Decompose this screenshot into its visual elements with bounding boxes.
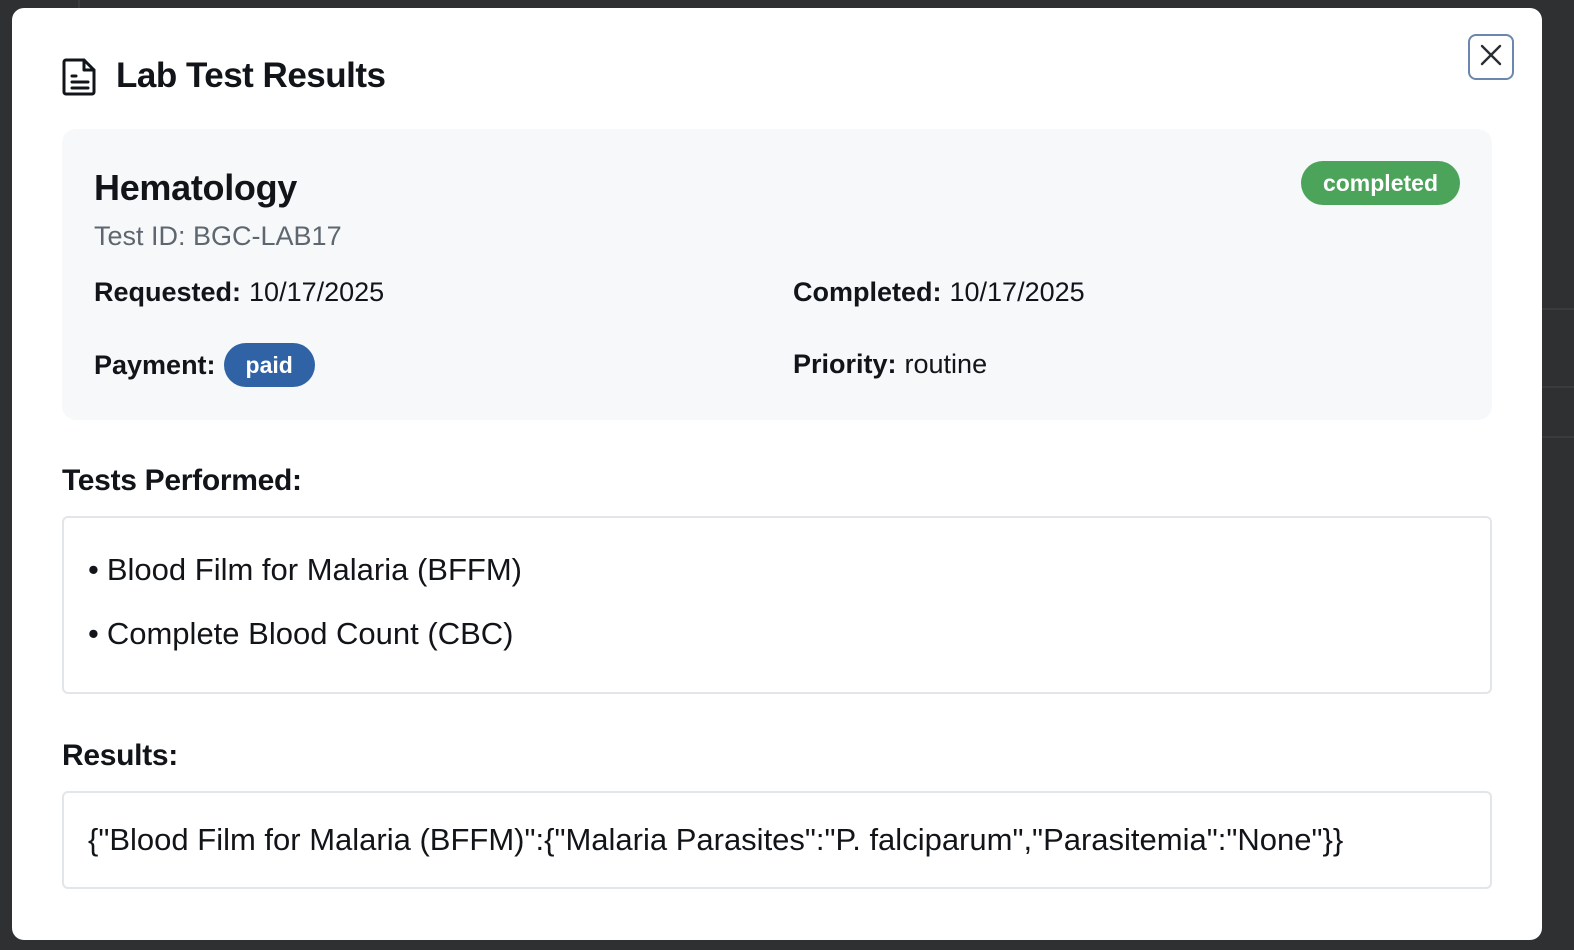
requested-label: Requested: xyxy=(94,277,242,307)
modal-title: Lab Test Results xyxy=(116,56,386,95)
payment-badge: paid xyxy=(223,343,315,387)
requested-value: 10/17/2025 xyxy=(249,277,385,307)
tests-performed-heading: Tests Performed: xyxy=(62,464,302,497)
results-text: {"Blood Film for Malaria (BFFM)":{"Malar… xyxy=(88,822,1344,857)
lab-results-modal: Lab Test Results Hematology Test ID: BGC… xyxy=(12,8,1542,940)
close-button[interactable] xyxy=(1468,34,1514,80)
results-box: {"Blood Film for Malaria (BFFM)":{"Malar… xyxy=(62,791,1492,889)
test-info-card: Hematology Test ID: BGC-LAB17 completed … xyxy=(62,129,1492,420)
priority-label: Priority: xyxy=(793,349,897,379)
payment-field: Payment: paid xyxy=(94,343,315,387)
bullet: • xyxy=(88,616,99,651)
bullet: • xyxy=(88,552,99,587)
modal-header: Lab Test Results xyxy=(62,56,386,96)
close-icon[interactable] xyxy=(1480,44,1502,71)
status-badge: completed xyxy=(1300,161,1460,205)
priority-value: routine xyxy=(904,349,988,379)
payment-label: Payment: xyxy=(94,349,216,380)
test-name: Blood Film for Malaria (BFFM) xyxy=(106,552,522,587)
completed-label: Completed: xyxy=(793,277,942,307)
backdrop-divider xyxy=(78,0,80,8)
list-item: • Complete Blood Count (CBC) xyxy=(88,616,1490,680)
requested-field: Requested: 10/17/2025 xyxy=(94,277,384,308)
completed-field: Completed: 10/17/2025 xyxy=(793,277,1085,308)
test-name: Complete Blood Count (CBC) xyxy=(106,616,514,651)
priority-field: Priority: routine xyxy=(793,349,987,380)
list-item: • Blood Film for Malaria (BFFM) xyxy=(88,552,1490,616)
backdrop-divider xyxy=(1542,436,1574,438)
backdrop-divider xyxy=(1542,386,1574,388)
tests-performed-list: • Blood Film for Malaria (BFFM) • Comple… xyxy=(62,516,1492,694)
document-icon xyxy=(62,56,102,96)
results-heading: Results: xyxy=(62,739,178,772)
department-name: Hematology xyxy=(94,167,298,208)
backdrop-divider xyxy=(1542,308,1574,310)
completed-value: 10/17/2025 xyxy=(949,277,1085,307)
test-id: Test ID: BGC-LAB17 xyxy=(94,221,342,251)
